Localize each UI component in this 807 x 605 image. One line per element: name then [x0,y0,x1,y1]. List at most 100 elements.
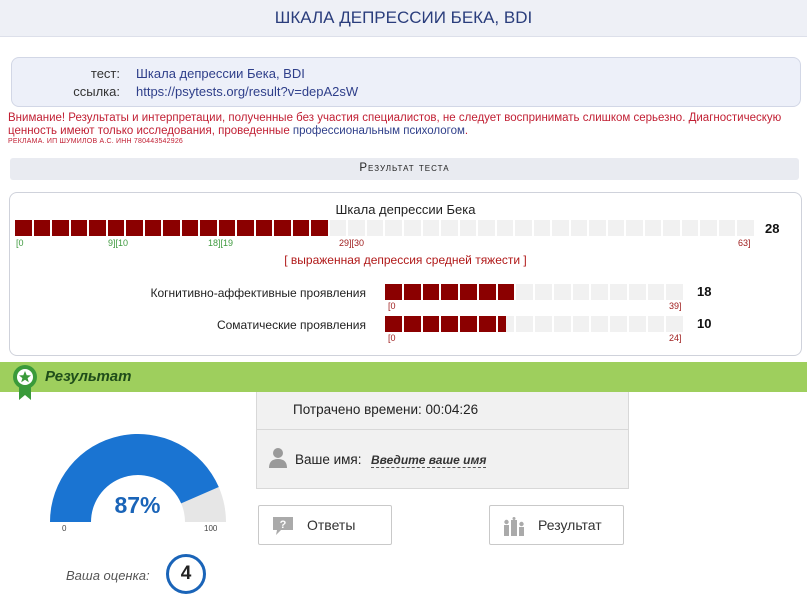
main-scale-segment [52,220,71,236]
subscale-cognitive-segment [647,284,667,300]
tick-29-30: 29][30 [339,238,365,248]
main-scale-segment [496,220,516,236]
main-score: 28 [765,221,780,236]
session-info-panel: Потрачено времени: 00:04:26 Ваше имя: Вв… [256,392,629,489]
main-scale-segment [552,220,571,236]
main-scale-segment [478,220,497,236]
main-scale-segment [126,220,145,236]
tick-0: [0 [16,238,24,248]
user-icon [269,447,287,474]
subscale-somatic-segment [403,316,423,332]
subscale-somatic-segment [535,316,554,332]
svg-text:?: ? [280,519,287,531]
scale-result-box: Шкала депрессии Бека 28 [0 9][10 18][19 … [9,192,802,356]
main-scale-segment [663,220,682,236]
test-info-box: тест: Шкала депрессии Бека, BDI ссылка: … [11,57,801,107]
subscale-somatic-segment [647,316,667,332]
tick-18-19: 18][19 [208,238,234,248]
main-scale-segment [218,220,238,236]
subscale-cognitive-segment [460,284,479,300]
main-scale-segment [570,220,590,236]
subscale-somatic-segment [610,316,629,332]
warning-text: Внимание! Результаты и интерпретации, по… [8,112,798,138]
main-scale-segment [644,220,664,236]
test-key-label: тест: [90,66,120,81]
grade-value: 4 [166,554,206,594]
severity-label: [ выраженная депрессия средней тяжести ] [284,253,527,267]
subscale-somatic-segment [572,316,592,332]
main-scale-segment [237,220,256,236]
subscale-cognitive-segment [553,284,573,300]
gauge-percent: 87% [114,492,161,518]
main-scale-segment [89,220,108,236]
subscale-somatic-segment [516,316,535,332]
subscale-somatic-segment [497,316,517,332]
main-scale-segment [422,220,442,236]
subscale-cognitive-segment [403,284,423,300]
main-scale-segment [163,220,182,236]
result-button[interactable]: Результат [489,505,624,545]
enter-name-link[interactable]: Введите ваше имя [371,453,487,468]
main-scale-segment [626,220,645,236]
subscale-cognitive-max: 39] [669,301,682,311]
name-label: Ваше имя: [295,452,362,467]
award-ribbon-icon [10,364,40,407]
main-scale-bar [15,220,756,236]
main-scale-segment [348,220,367,236]
result-header-title: Результат теста [359,162,450,174]
main-scale-segment [607,220,627,236]
subscale-somatic-segment [666,316,685,332]
subscale-somatic-segment [553,316,573,332]
subscale-somatic-segment [460,316,479,332]
main-scale-segment [718,220,738,236]
ad-notice: РЕКЛАМА. ИП ШУМИЛОВ А.С. ИНН 78044354292… [8,138,184,145]
main-scale-segment [200,220,219,236]
subscale-cognitive-score: 18 [697,284,712,299]
answers-button[interactable]: ? Ответы [258,505,392,545]
main-scale-segment [404,220,423,236]
subscale-cognitive-segment [591,284,610,300]
main-scale-segment [181,220,201,236]
main-scale-segment [15,220,34,236]
subscale-cognitive-min: [0 [388,301,396,311]
main-scale-segment [681,220,701,236]
grade-label: Ваша оценка: [66,568,150,583]
main-scale-segment [274,220,293,236]
tick-63: 63] [738,238,751,248]
subscale-somatic-max: 24] [669,333,682,343]
people-chart-icon [502,517,526,542]
time-spent: Потрачено времени: 00:04:26 [293,402,479,417]
subscale-cognitive-segment [628,284,648,300]
result-link[interactable]: https://psytests.org/result?v=depA2sW [136,84,358,99]
result-button-label: Результат [538,517,602,533]
main-scale-segment [700,220,719,236]
main-scale-segment [292,220,312,236]
main-scale-segment [589,220,608,236]
tick-9-10: 9][10 [108,238,129,248]
psychologist-link[interactable]: профессиональным психологом [293,125,465,137]
result-header-bar: Результат теста [10,158,799,180]
subscale-cognitive-segment [497,284,517,300]
subscale-cognitive-bar [385,284,685,300]
main-scale-segment [441,220,460,236]
answers-button-label: Ответы [307,517,356,533]
warning-end: . [464,125,469,137]
main-scale-segment [366,220,386,236]
subscale-somatic-min: [0 [388,333,396,343]
main-scale-segment [459,220,479,236]
main-scale-segment [33,220,53,236]
gauge-min-label: 0 [62,524,67,533]
page-title: ШКАЛА ДЕПРЕССИИ БЕКА, BDI [274,8,533,27]
subscale-cognitive-segment [516,284,535,300]
main-scale-segment [311,220,330,236]
subscale-somatic-segment [385,316,404,332]
main-scale-segment [385,220,405,236]
subscale-cognitive-label: Когнитивно-аффективные проявления [150,286,366,300]
subscale-cognitive-segment [572,284,592,300]
subscale-cognitive-segment [478,284,498,300]
subscale-cognitive-segment [535,284,554,300]
main-scale-segment [533,220,553,236]
main-scale-segment [144,220,164,236]
main-scale-segment [255,220,275,236]
test-name-value: Шкала депрессии Бека, BDI [136,66,305,81]
